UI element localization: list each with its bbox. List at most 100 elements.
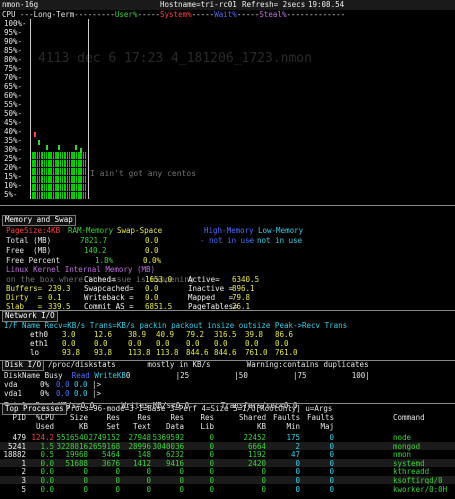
process-data: 3040036 — [152, 441, 185, 451]
network-recv: 3.0 — [62, 330, 76, 339]
cpu-axis-marker — [88, 19, 89, 199]
kernel-c-value: 896.1 — [232, 284, 255, 293]
cpu-peak-marker — [75, 145, 77, 150]
process-pid: 479 — [12, 433, 27, 442]
process-cmd: nmon — [393, 450, 412, 460]
cpu-y-label: 20%- — [4, 163, 23, 172]
legend-system: System% — [160, 10, 192, 19]
top-header-cell: Command — [393, 413, 425, 422]
cpu-y-label: 65%- — [4, 82, 23, 91]
process-min: 0 — [295, 467, 301, 477]
process-min: 47 — [291, 450, 301, 460]
process-size: 3228816 — [56, 441, 89, 451]
process-cmd: kworker/0:0H — [393, 484, 448, 494]
disk-header-name: DiskName Busy — [4, 371, 63, 380]
process-cpu: 0.0 — [40, 467, 55, 477]
disk-name: vda1 — [4, 389, 23, 398]
network-insize: 79.2 — [186, 330, 205, 339]
memory-row-label: Total (MB) — [6, 236, 52, 245]
memory-low-total: - not in use — [248, 236, 303, 245]
kernel-b-label: Writeback = — [84, 293, 134, 302]
network-peak_trans: 0.0 — [275, 339, 289, 348]
process-shared: 6664 — [248, 441, 267, 451]
process-data: 5369592 — [152, 433, 185, 442]
process-cpu: 0.0 — [40, 458, 55, 468]
cpu-y-label: 85%- — [4, 46, 23, 55]
cpu-bar-row-gap — [32, 175, 88, 176]
disk-busy: 0% — [40, 389, 50, 398]
process-maj: 0 — [329, 476, 335, 485]
memory-ram-total: 7821.7 — [80, 236, 108, 245]
network-trans: 0.0 — [94, 339, 108, 348]
process-lib: 0 — [209, 433, 215, 442]
network-trans: 12.6 — [94, 330, 113, 339]
top-header-cell: Used — [36, 422, 55, 431]
network-header: I/F Name Recv=KB/s Trans=KB/s packin pac… — [4, 321, 348, 330]
disk-read: 0.0 — [56, 389, 70, 398]
cpu-y-label: 25%- — [4, 154, 23, 163]
kernel-b-value: 0.0 — [145, 284, 159, 293]
network-recv: 0.0 — [62, 339, 76, 348]
network-insize: 844.6 — [186, 348, 209, 357]
kernel-c-label: Active= — [188, 275, 220, 284]
network-insize: 0.0 — [186, 339, 200, 348]
process-shared: 0 — [261, 467, 267, 477]
process-size: 0 — [83, 484, 89, 494]
process-data: 0 — [179, 484, 185, 494]
process-data: 0 — [179, 476, 185, 485]
top-header-cell: %CPU — [36, 413, 55, 422]
process-min: 175 — [286, 433, 301, 442]
cpu-y-label: 100%- — [4, 19, 27, 28]
process-set: 0 — [115, 476, 121, 485]
memory-col-ram: RAM-Memory — [68, 226, 114, 235]
top-header-cell: KB — [79, 422, 89, 431]
process-maj: 0 — [329, 441, 335, 451]
memory-swap-total: 0.0 — [145, 236, 159, 245]
disk-header-write: WriteKB — [94, 371, 126, 380]
process-min: 2 — [295, 441, 301, 451]
memory-col-swap: Swap-Space — [117, 226, 163, 235]
top-header-cell: Faults — [307, 413, 335, 422]
kernel-b-value: 1653.0 — [145, 275, 173, 284]
network-outsize: 316.5 — [214, 330, 237, 339]
process-data: 9416 — [166, 458, 185, 468]
header-refresh: Refresh= 2secs — [242, 0, 306, 9]
network-divider — [0, 310, 455, 311]
network-peak_trans: 761.0 — [275, 348, 298, 357]
ghost-overlay-filename: 4113 dec 6 17:23 4_181206_1723.nmon — [38, 51, 312, 66]
memory-col-low: Low-Memory — [258, 226, 304, 235]
cpu-y-label: 50%- — [4, 109, 23, 118]
cpu-y-label: 70%- — [4, 73, 23, 82]
process-row — [0, 476, 455, 484]
disk-busy: 0% — [40, 380, 50, 389]
cpu-peak-marker — [58, 145, 60, 150]
process-lib: 0 — [209, 467, 215, 477]
process-lib: 0 — [209, 450, 215, 460]
process-lib: 0 — [209, 458, 215, 468]
process-text: 28996 — [128, 441, 152, 451]
process-shared: 22452 — [243, 433, 267, 442]
process-set: 3676 — [102, 458, 121, 468]
process-pid: 5 — [21, 484, 27, 494]
nmon-terminal-window: nmon-16g Hostname=tri-rc01 Refresh= 2sec… — [0, 0, 455, 499]
kernel-memory-title: Linux Kernel Internal Memory (MB) — [6, 265, 156, 274]
cpu-axis-left — [30, 19, 31, 199]
network-name: lo — [30, 348, 40, 357]
process-set: 2659168 — [88, 441, 121, 451]
process-cpu: 124.2 — [31, 433, 55, 442]
memory-col-high: High-Memory — [204, 226, 254, 235]
cpu-y-label: 15%- — [4, 172, 23, 181]
disk-bar: |> — [92, 389, 102, 398]
cpu-y-label: 45%- — [4, 118, 23, 127]
cpu-graph-title: CPU ---Long-Term---------User%-----Syste… — [2, 10, 346, 19]
process-data: 6232 — [166, 450, 185, 460]
network-outsize: 0.0 — [214, 339, 228, 348]
kernel-c-value: 79.8 — [232, 293, 251, 302]
top-header-cell: Faults — [273, 413, 301, 422]
disk-header-read: Read — [71, 371, 90, 380]
top-header-cell: Data — [166, 422, 185, 431]
process-pid: 1 — [21, 458, 27, 468]
kernel-c-label: Mapped = — [188, 293, 234, 302]
top-header-cell: PID — [12, 413, 27, 422]
cpu-peak-marker — [34, 132, 36, 137]
